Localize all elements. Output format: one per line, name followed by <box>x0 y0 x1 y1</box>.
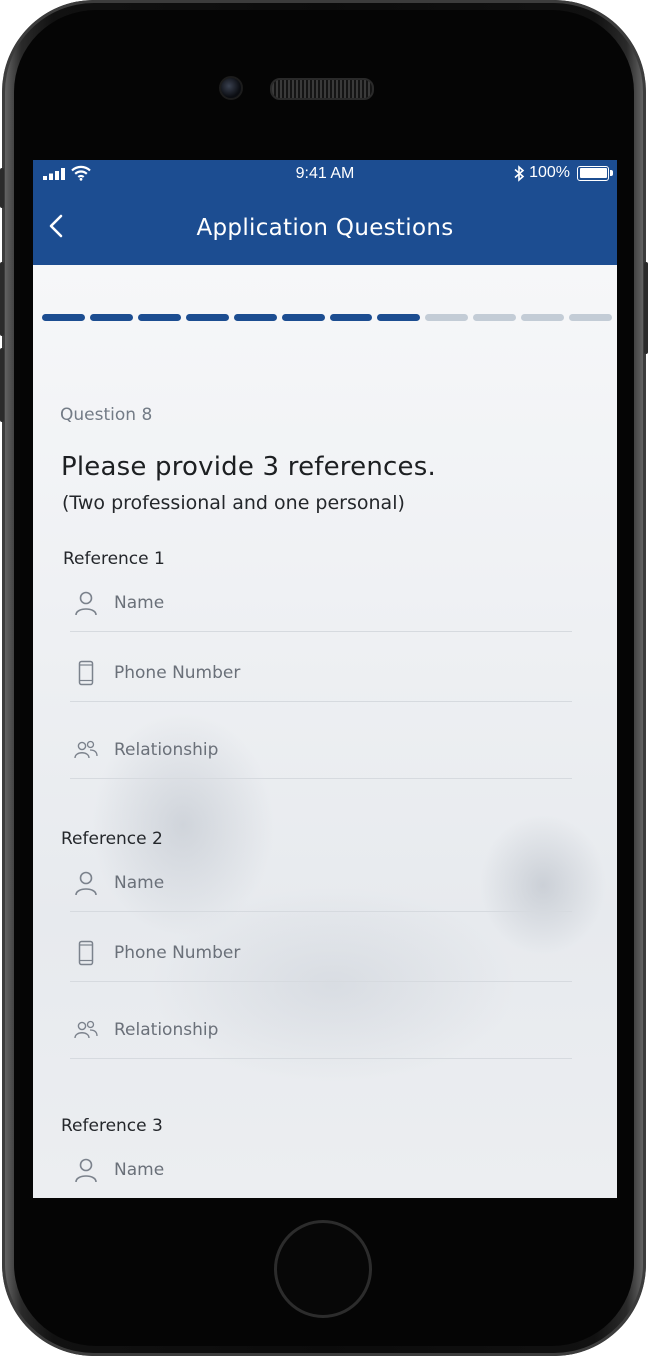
reference-3-name-field[interactable] <box>70 1142 572 1198</box>
home-button[interactable] <box>274 1220 372 1318</box>
power-button <box>644 262 648 354</box>
earpiece-speaker <box>270 78 374 100</box>
reference-2-name-field[interactable] <box>70 855 572 912</box>
status-bar: 9:41 AM 100% <box>33 160 617 188</box>
person-icon <box>71 1155 101 1185</box>
phone-icon <box>71 658 101 688</box>
people-icon <box>71 1015 101 1045</box>
progress-segment <box>233 314 277 321</box>
reference-1-phone-field[interactable] <box>70 645 572 702</box>
reference-1-name-field[interactable] <box>70 575 572 632</box>
navigation-bar: Application Questions <box>33 188 617 265</box>
reference-2-phone-field[interactable] <box>70 925 572 982</box>
reference-2-phone-input[interactable] <box>114 943 534 963</box>
progress-segment <box>185 314 229 321</box>
phone-icon <box>71 938 101 968</box>
reference-2-relationship-input[interactable] <box>114 1020 534 1040</box>
reference-1-name-input[interactable] <box>114 593 534 613</box>
reference-1-phone-input[interactable] <box>114 663 534 683</box>
battery-percent: 100% <box>529 164 570 181</box>
people-icon <box>71 735 101 765</box>
battery-icon <box>577 165 613 181</box>
progress-segment <box>42 314 85 321</box>
progress-segment <box>89 314 133 321</box>
progress-segment <box>569 314 613 321</box>
progress-segment <box>329 314 373 321</box>
bluetooth-icon <box>514 164 525 182</box>
reference-3-name-input[interactable] <box>114 1160 534 1180</box>
reference-2-title: Reference 2 <box>61 829 163 849</box>
status-right: 100% <box>514 164 613 182</box>
front-camera <box>219 76 243 100</box>
person-icon <box>71 868 101 898</box>
reference-2-relationship-field[interactable] <box>70 1002 572 1059</box>
mute-switch <box>0 168 4 208</box>
reference-1-title: Reference 1 <box>63 549 165 569</box>
app-screen: 9:41 AM 100% Application Questions Quest… <box>33 160 617 1198</box>
progress-segment <box>137 314 181 321</box>
progress-segment <box>521 314 565 321</box>
page-title: Application Questions <box>196 215 454 241</box>
reference-2-name-input[interactable] <box>114 873 534 893</box>
volume-down-button <box>0 348 4 422</box>
progress-indicator <box>42 314 613 322</box>
question-text: Please provide 3 references. <box>61 452 436 482</box>
question-number: Question 8 <box>60 405 153 425</box>
volume-up-button <box>0 262 4 336</box>
person-icon <box>71 588 101 618</box>
progress-segment <box>473 314 517 321</box>
reference-3-title: Reference 3 <box>61 1116 163 1136</box>
progress-segment <box>281 314 325 321</box>
progress-segment <box>425 314 469 321</box>
question-subtext: (Two professional and one personal) <box>62 492 405 514</box>
progress-segment <box>377 314 421 321</box>
reference-1-relationship-field[interactable] <box>70 722 572 779</box>
reference-1-relationship-input[interactable] <box>114 740 534 760</box>
